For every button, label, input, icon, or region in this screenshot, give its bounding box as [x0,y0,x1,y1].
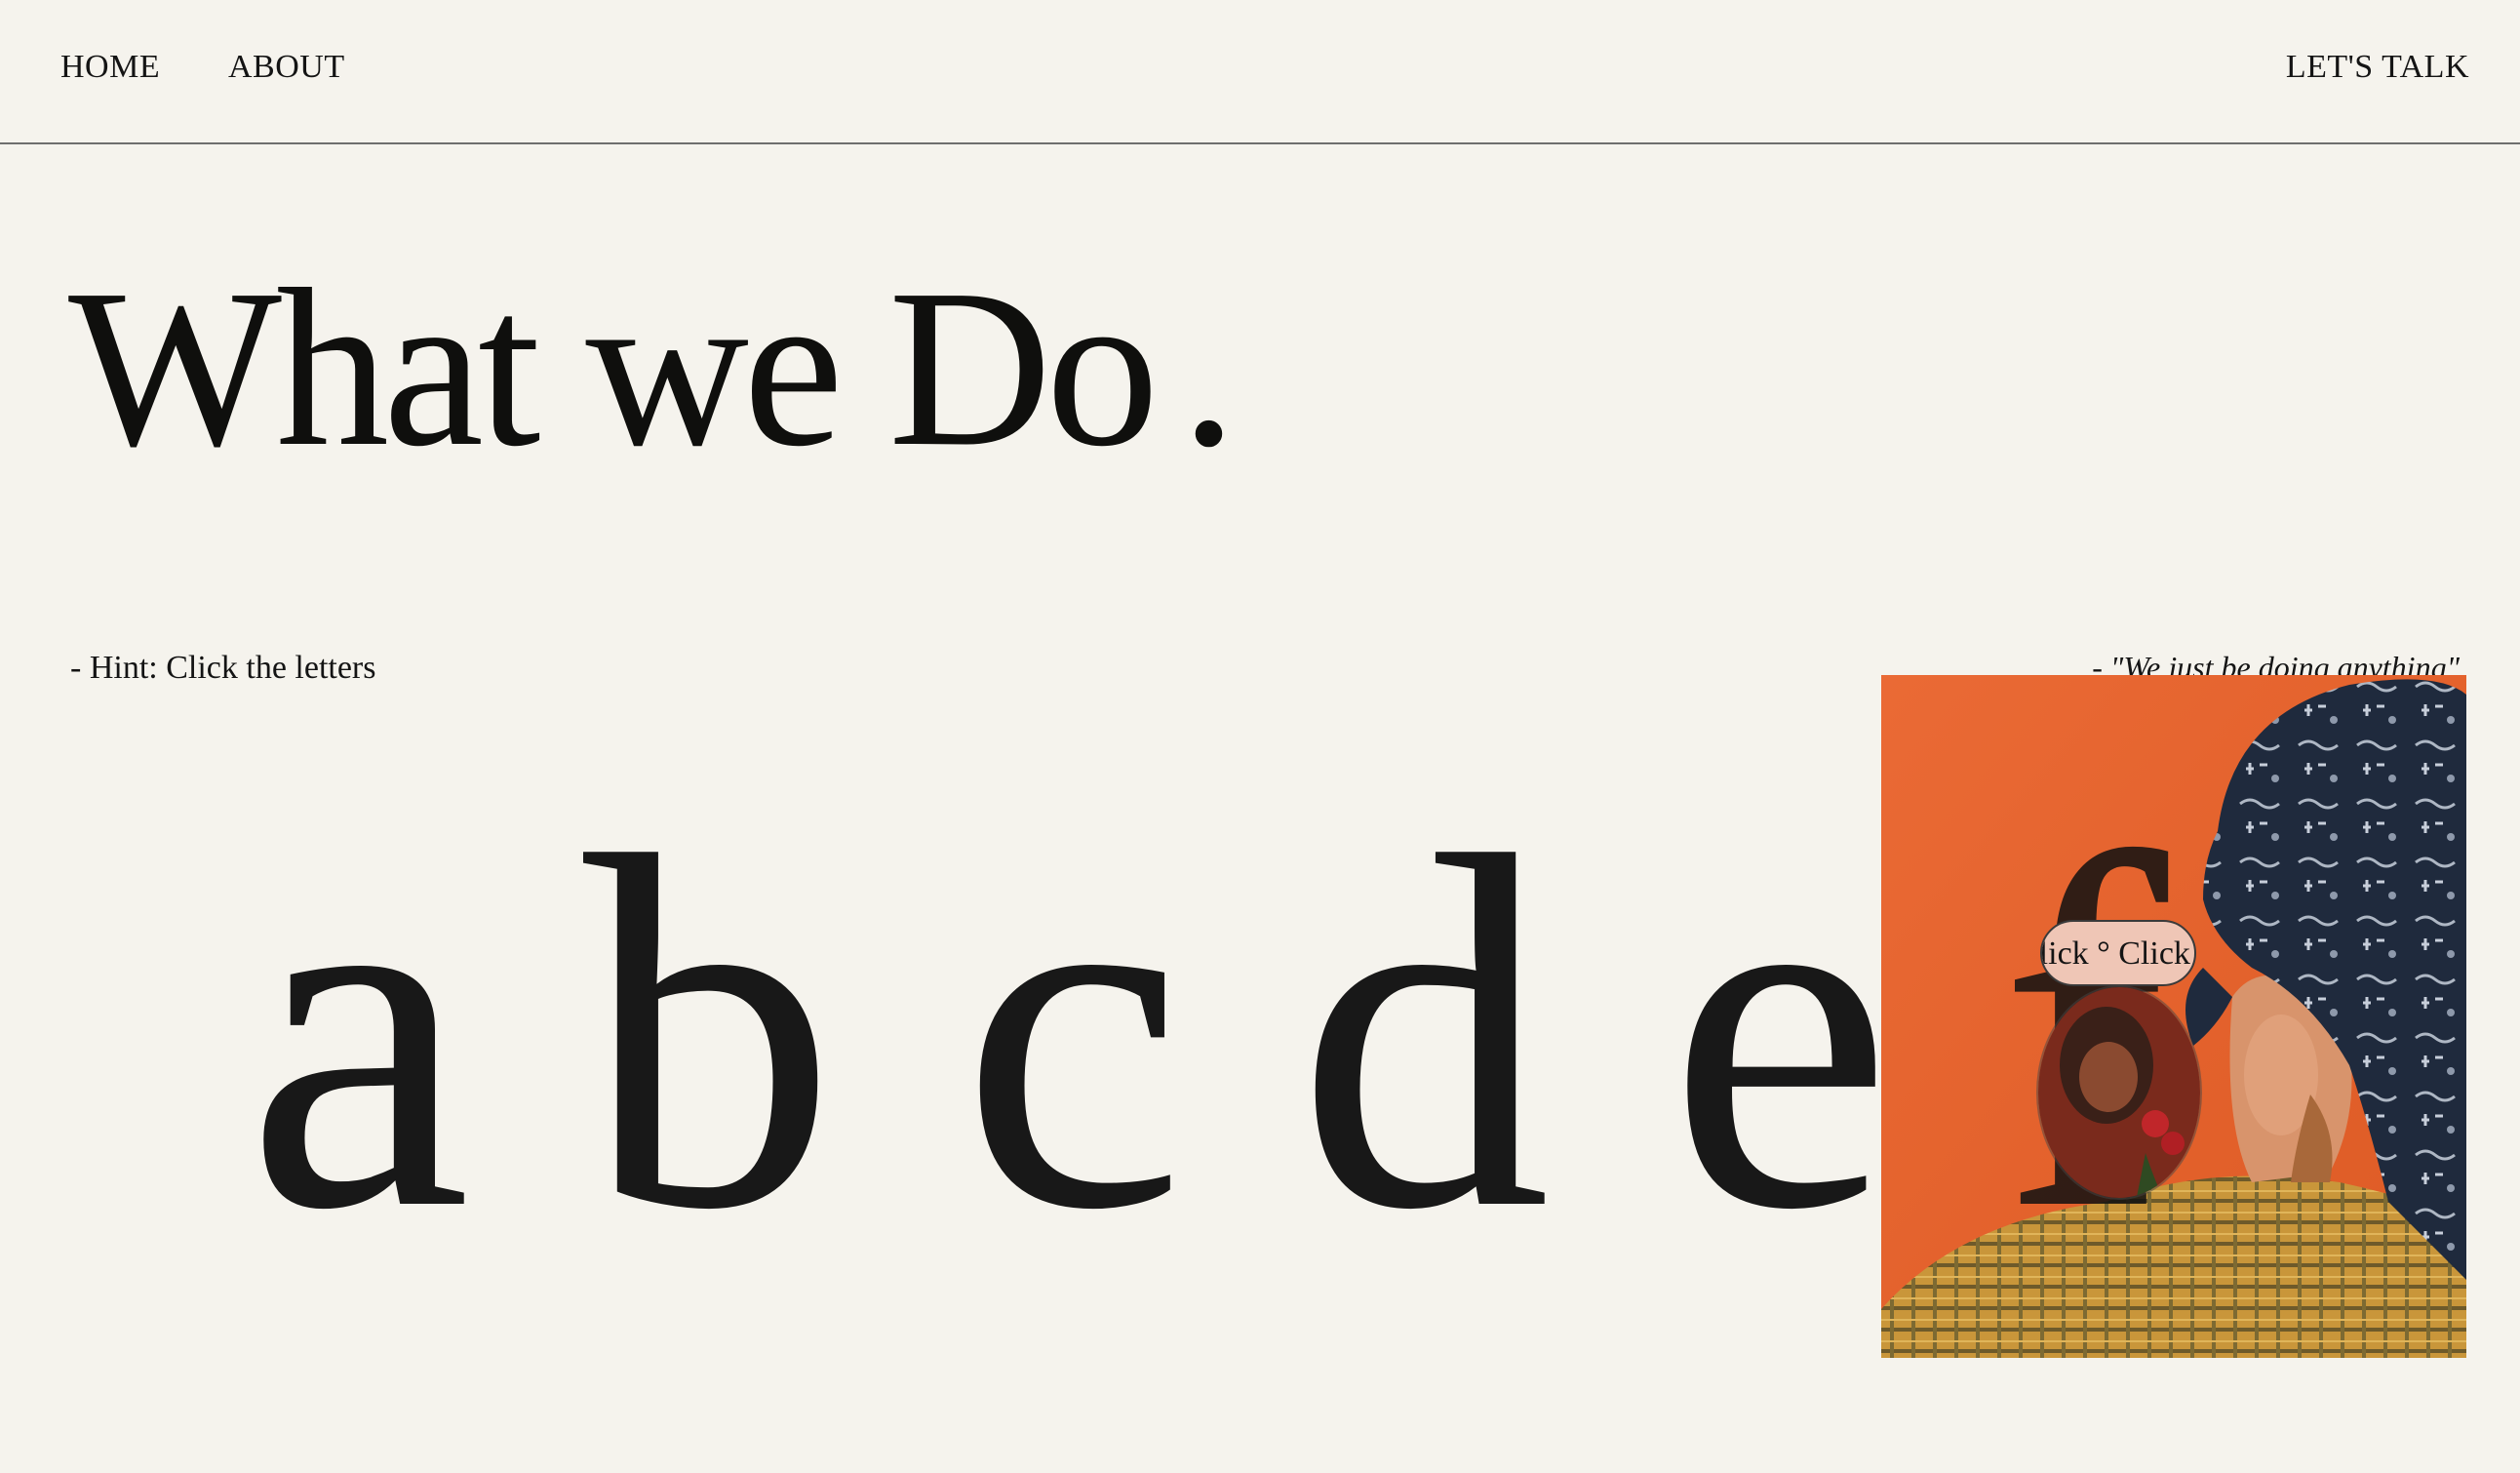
letter-d[interactable]: d [1297,780,1551,1288]
cursor-click-pill: Click ° Click ° [2040,920,2196,986]
letter-a[interactable]: a [246,780,471,1288]
portrait-photo-icon [1881,675,2466,1358]
portrait-photo [1881,675,2466,1358]
letter-c[interactable]: c [961,780,1186,1288]
cursor-click-label: Click ° Click ° [2042,936,2194,972]
letter-f[interactable]: f [1999,780,2168,1288]
letter-e[interactable]: e [1668,780,1893,1288]
letter-b[interactable]: b [583,780,837,1288]
